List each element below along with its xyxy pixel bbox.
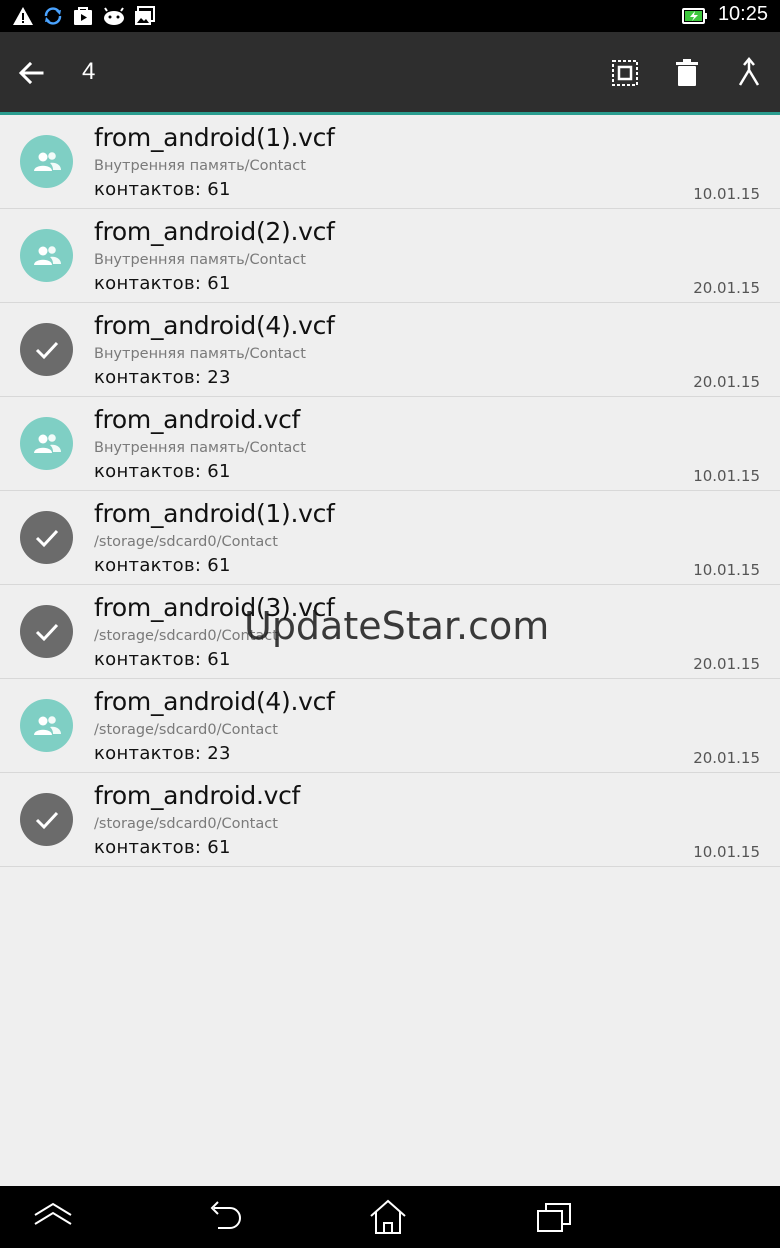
file-row[interactable]: from_android(4).vcf Внутренняя память/Co…: [0, 303, 780, 397]
file-date: 20.01.15: [693, 279, 760, 297]
select-all-button[interactable]: [608, 56, 642, 90]
contacts-group-icon: [33, 151, 61, 171]
file-date: 10.01.15: [693, 843, 760, 861]
file-row[interactable]: from_android(1).vcf /storage/sdcard0/Con…: [0, 491, 780, 585]
file-path: Внутренняя память/Contact: [94, 346, 306, 362]
file-row[interactable]: from_android(4).vcf /storage/sdcard0/Con…: [0, 679, 780, 773]
status-clock: 10:25: [717, 3, 768, 25]
file-date: 10.01.15: [693, 185, 760, 203]
nav-recents-icon: [537, 1203, 571, 1232]
merge-button[interactable]: [732, 56, 766, 90]
file-name: from_android(1).vcf: [94, 123, 335, 152]
file-path: Внутренняя память/Contact: [94, 158, 306, 174]
file-date: 10.01.15: [693, 561, 760, 579]
file-name: from_android(3).vcf: [94, 593, 335, 622]
file-path: Внутренняя память/Contact: [94, 252, 306, 268]
android-icon: [102, 6, 126, 26]
file-row[interactable]: from_android(1).vcf Внутренняя память/Co…: [0, 115, 780, 209]
file-date: 20.01.15: [693, 749, 760, 767]
contacts-group-icon: [33, 433, 61, 453]
file-avatar[interactable]: [20, 135, 73, 188]
nav-up-button[interactable]: [33, 1198, 73, 1236]
contact-count: контактов: 61: [94, 649, 231, 670]
contact-count: контактов: 61: [94, 837, 231, 858]
arrow-left-icon: [18, 61, 44, 85]
file-name: from_android(2).vcf: [94, 217, 335, 246]
contacts-group-icon: [33, 245, 61, 265]
file-path: Внутренняя память/Contact: [94, 440, 306, 456]
file-avatar[interactable]: [20, 605, 73, 658]
contacts-group-icon: [33, 715, 61, 735]
file-row[interactable]: from_android(2).vcf Внутренняя память/Co…: [0, 209, 780, 303]
check-icon: [35, 623, 58, 641]
file-avatar[interactable]: [20, 793, 73, 846]
file-name: from_android(4).vcf: [94, 311, 335, 340]
battery-charging-icon: [682, 7, 708, 29]
file-name: from_android(4).vcf: [94, 687, 335, 716]
file-path: /storage/sdcard0/Contact: [94, 722, 278, 738]
file-name: from_android.vcf: [94, 405, 301, 434]
trash-icon: [676, 59, 698, 86]
notification-icons: [12, 4, 156, 28]
contact-count: контактов: 61: [94, 555, 231, 576]
file-date: 20.01.15: [693, 373, 760, 391]
nav-home-icon: [370, 1199, 406, 1234]
file-name: from_android.vcf: [94, 781, 301, 810]
file-date: 20.01.15: [693, 655, 760, 673]
contact-count: контактов: 23: [94, 367, 231, 388]
contact-count: контактов: 61: [94, 179, 231, 200]
contact-count: контактов: 61: [94, 461, 231, 482]
file-avatar[interactable]: [20, 323, 73, 376]
file-row[interactable]: from_android.vcf Внутренняя память/Conta…: [0, 397, 780, 491]
select-all-icon: [612, 60, 638, 86]
check-icon: [35, 529, 58, 547]
action-bar: 4: [0, 32, 780, 115]
file-avatar[interactable]: [20, 699, 73, 752]
file-path: /storage/sdcard0/Contact: [94, 628, 278, 644]
file-path: /storage/sdcard0/Contact: [94, 534, 278, 550]
file-row[interactable]: from_android(3).vcf /storage/sdcard0/Con…: [0, 585, 780, 679]
contact-count: контактов: 61: [94, 273, 231, 294]
merge-icon: [738, 57, 760, 86]
check-icon: [35, 811, 58, 829]
selected-count: 4: [82, 58, 96, 85]
file-row[interactable]: from_android.vcf /storage/sdcard0/Contac…: [0, 773, 780, 867]
file-avatar[interactable]: [20, 229, 73, 282]
back-button[interactable]: [14, 56, 48, 90]
sync-icon: [42, 5, 64, 27]
contact-count: контактов: 23: [94, 743, 231, 764]
navigation-bar: [0, 1186, 780, 1248]
nav-recents-button[interactable]: [535, 1198, 575, 1236]
status-bar: 10:25: [0, 0, 780, 32]
vcf-file-list: from_android(1).vcf Внутренняя память/Co…: [0, 115, 780, 867]
file-avatar[interactable]: [20, 417, 73, 470]
file-date: 10.01.15: [693, 467, 760, 485]
file-path: /storage/sdcard0/Contact: [94, 816, 278, 832]
gallery-icon: [134, 5, 156, 27]
file-avatar[interactable]: [20, 511, 73, 564]
delete-button[interactable]: [670, 56, 704, 90]
check-icon: [35, 341, 58, 359]
play-store-icon: [72, 5, 94, 27]
file-name: from_android(1).vcf: [94, 499, 335, 528]
warning-icon: [12, 6, 34, 26]
nav-back-icon: [210, 1201, 241, 1229]
nav-up-icon: [34, 1202, 72, 1225]
nav-back-button[interactable]: [204, 1198, 244, 1236]
nav-home-button[interactable]: [368, 1198, 408, 1236]
